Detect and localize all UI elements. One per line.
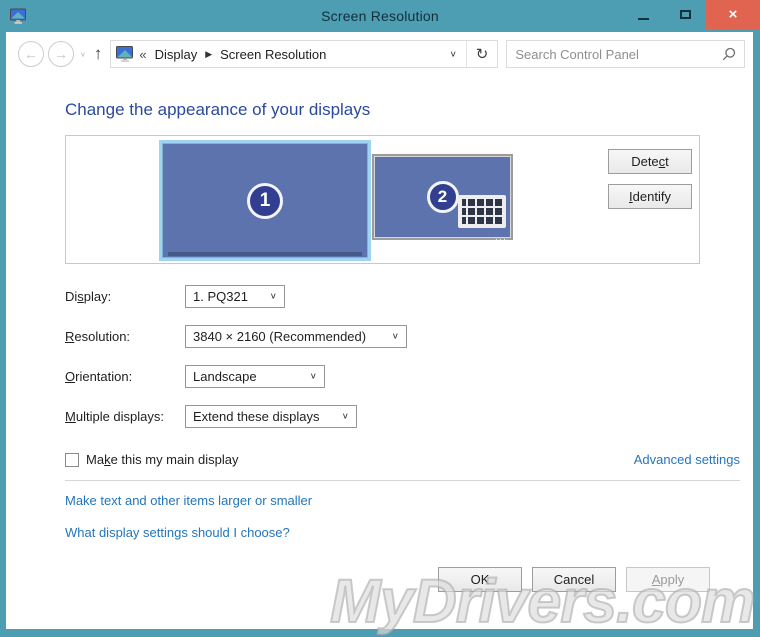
multiple-displays-label: Multiple displays: <box>65 409 185 424</box>
chevron-down-icon: ∨ <box>391 331 399 342</box>
main-display-checkbox[interactable] <box>65 452 79 467</box>
forward-icon: → <box>54 46 68 62</box>
identify-label-post: dentify <box>632 189 671 204</box>
resolution-dropdown[interactable]: 3840 × 2160 (Recommended) ∨ <box>185 325 407 348</box>
search-box <box>506 40 745 68</box>
detect-label-pre: Dete <box>631 154 659 169</box>
breadcrumb-overflow-chevrons[interactable]: « <box>139 47 146 62</box>
display-dropdown[interactable]: 1. PQ321 ∨ <box>185 285 285 308</box>
display-label-post: play: <box>83 289 112 304</box>
monitor-2-number: 2 <box>426 181 459 213</box>
minimize-button[interactable] <box>622 0 664 29</box>
page-title: Change the appearance of your displays <box>65 100 371 119</box>
display-dropdown-value: 1. PQ321 <box>193 289 248 304</box>
make-text-larger-link[interactable]: Make text and other items larger or smal… <box>65 493 705 508</box>
breadcrumb: « Display ▶ Screen Resolution ∨ ↻ <box>110 40 499 68</box>
forward-button[interactable]: → <box>48 41 74 67</box>
refresh-icon[interactable]: ↻ <box>465 41 498 67</box>
advanced-settings-link[interactable]: Advanced settings <box>634 452 740 467</box>
orientation-label: Orientation: <box>65 369 185 384</box>
window-body: ← → ∨ ↑ « Display ▶ Screen Resolution ∨ … <box>6 32 753 629</box>
close-button[interactable]: × <box>706 0 760 29</box>
monitor-1-number: 1 <box>247 182 283 219</box>
breadcrumb-item-display[interactable]: Display <box>153 47 200 62</box>
orientation-dropdown-value: Landscape <box>193 369 257 384</box>
multiple-displays-label-key: M <box>65 409 76 424</box>
up-button[interactable]: ↑ <box>94 44 103 64</box>
dialog-buttons: OK Cancel Apply <box>438 567 710 592</box>
apply-label-post: pply <box>660 572 685 587</box>
search-input[interactable] <box>515 46 722 62</box>
recent-pages-dropdown[interactable]: ∨ <box>80 50 86 57</box>
orientation-row: Orientation: Landscape ∨ <box>65 365 705 388</box>
checkbox-label-post: e this my main display <box>110 452 239 467</box>
cancel-button[interactable]: Cancel <box>532 567 616 592</box>
display-label: Display: <box>65 289 185 304</box>
resolution-label-key: R <box>65 329 75 344</box>
chevron-down-icon: ∨ <box>309 371 317 382</box>
monitor-preview-area: 1 2 ... Dete c t Identify <box>65 135 700 264</box>
resolution-dropdown-value: 3840 × 2160 (Recommended) <box>193 329 367 344</box>
display-icon <box>116 46 134 62</box>
multiple-displays-row: Multiple displays: Extend these displays… <box>65 405 705 428</box>
display-row: Display: 1. PQ321 ∨ <box>65 285 705 308</box>
minimize-icon <box>637 17 649 20</box>
monitor-2-dots: ... <box>494 231 507 243</box>
orientation-dropdown[interactable]: Landscape ∨ <box>185 365 325 388</box>
display-label-pre: Di <box>65 289 78 304</box>
checkbox-label-pre: Ma <box>86 452 105 467</box>
multiple-displays-dropdown[interactable]: Extend these displays ∨ <box>185 405 357 428</box>
navigation-bar: ← → ∨ ↑ « Display ▶ Screen Resolution ∨ … <box>6 32 753 76</box>
start-tiles-icon <box>458 195 506 228</box>
chevron-down-icon: ∨ <box>341 411 349 422</box>
window-controls: × <box>622 0 760 29</box>
preview-buttons: Dete c t Identify <box>608 149 692 209</box>
multiple-displays-label-post: ultiple displays: <box>75 409 164 424</box>
multiple-displays-dropdown-value: Extend these displays <box>193 409 320 424</box>
breadcrumb-item-screen-resolution[interactable]: Screen Resolution <box>218 47 328 62</box>
close-icon: × <box>728 6 738 23</box>
orientation-label-post: rientation: <box>75 369 133 384</box>
identify-button[interactable]: Identify <box>608 184 692 209</box>
titlebar: Screen Resolution × <box>0 0 760 32</box>
apply-button[interactable]: Apply <box>626 567 710 592</box>
chevron-down-icon: ∨ <box>269 291 277 302</box>
resolution-row: Resolution: 3840 × 2160 (Recommended) ∨ <box>65 325 705 348</box>
search-icon[interactable] <box>722 47 736 61</box>
apply-label-key: A <box>651 572 661 587</box>
monitor-2[interactable]: 2 ... <box>372 154 513 243</box>
detect-button[interactable]: Dete c t <box>608 149 692 174</box>
ok-button[interactable]: OK <box>438 567 522 592</box>
main-display-checkbox-label[interactable]: Make this my main display <box>86 452 238 467</box>
breadcrumb-separator-icon[interactable]: ▶ <box>205 49 212 60</box>
monitor-1[interactable]: 1 <box>159 140 371 261</box>
maximize-icon <box>679 10 691 19</box>
divider <box>65 480 740 481</box>
resolution-label: Resolution: <box>65 329 185 344</box>
main-content: Change the appearance of your displays 1… <box>6 76 753 629</box>
back-button[interactable]: ← <box>18 41 44 67</box>
detect-label-post: t <box>665 154 669 169</box>
maximize-button[interactable] <box>664 0 706 29</box>
address-dropdown-icon[interactable]: ∨ <box>440 49 465 58</box>
orientation-label-key: O <box>65 369 76 384</box>
back-icon: ← <box>24 46 38 62</box>
screen-resolution-window: Screen Resolution × ← → ∨ ↑ « Display ▶ … <box>0 0 760 637</box>
resolution-label-post: esolution: <box>74 329 131 344</box>
which-settings-link[interactable]: What display settings should I choose? <box>65 525 705 540</box>
main-display-row: Make this my main display Advanced setti… <box>65 452 740 467</box>
